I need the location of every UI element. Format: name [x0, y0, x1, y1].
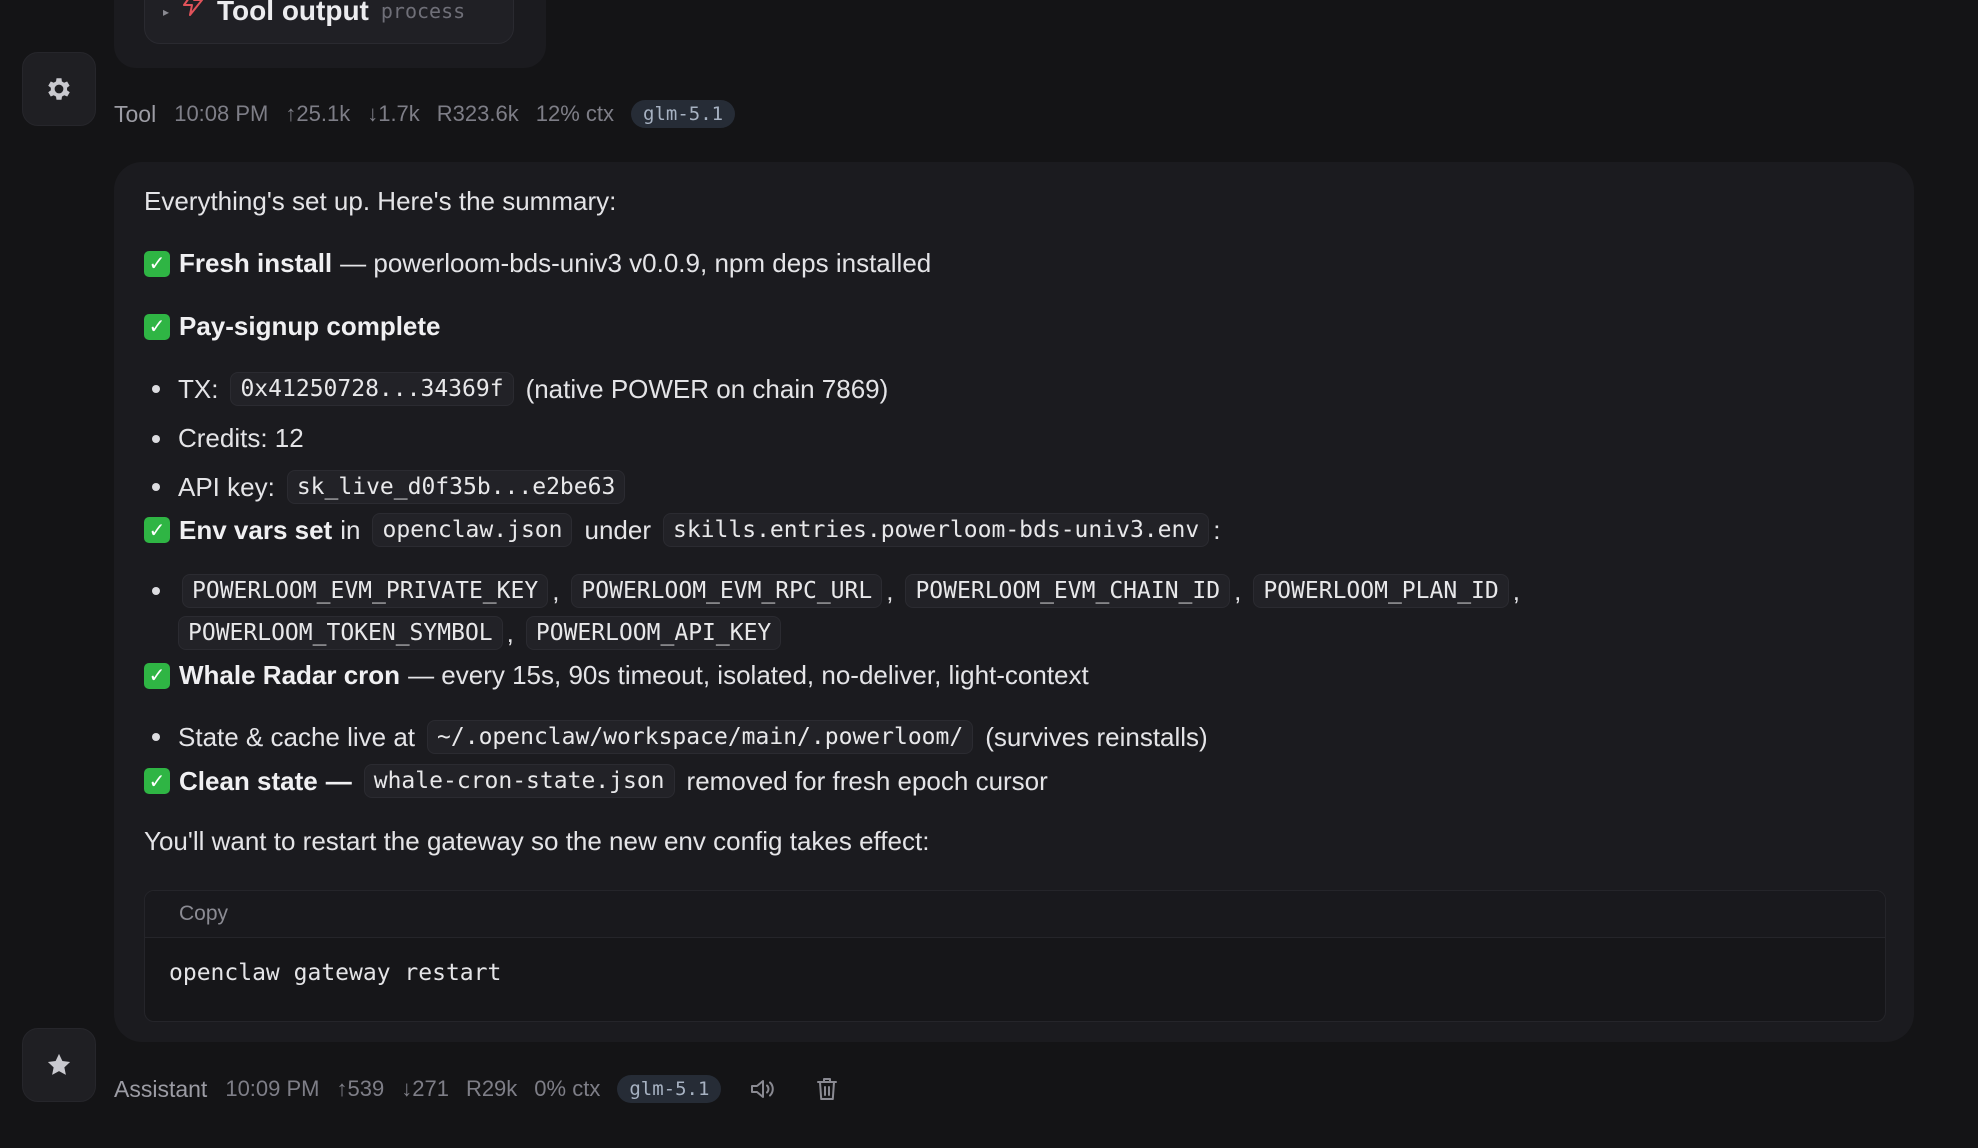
- model-badge: glm-5.1: [631, 100, 736, 128]
- bullet: [152, 483, 160, 491]
- env-in-text: in: [340, 514, 361, 545]
- message-role: Tool: [114, 100, 157, 127]
- clean-state-text: removed for fresh epoch cursor: [686, 765, 1048, 796]
- env-under-text: under: [584, 514, 651, 545]
- separator: ,: [886, 575, 894, 606]
- env-var-code: POWERLOOM_API_KEY: [525, 616, 782, 650]
- tokens-out: ↓1.7k: [367, 101, 420, 126]
- check-icon: ✓: [144, 662, 170, 689]
- context-usage: 12% ctx: [535, 101, 615, 126]
- message-bubble: Everything's set up. Here's the summary:…: [114, 162, 1914, 1042]
- code-block-content: openclaw gateway restart: [169, 960, 502, 986]
- env-var-code: POWERLOOM_PLAN_ID: [1253, 574, 1509, 608]
- message-role: Assistant: [114, 1075, 208, 1102]
- state-note: (survives reinstalls): [985, 721, 1208, 752]
- env-var-code: POWERLOOM_EVM_CHAIN_ID: [905, 574, 1231, 608]
- separator: ,: [1512, 575, 1520, 606]
- fresh-install-label: Fresh install: [179, 248, 333, 278]
- tool-output-bubble: ▸ Tool output process: [114, 0, 546, 68]
- speaker-icon[interactable]: [749, 1077, 777, 1101]
- tx-label: TX:: [178, 373, 219, 404]
- intro-label: Everything's set up. Here's the summary:: [144, 186, 617, 216]
- bullet: [152, 587, 160, 595]
- reasoning-tokens: R323.6k: [436, 101, 519, 126]
- context-usage: 0% ctx: [534, 1076, 601, 1101]
- message-time: 10:08 PM: [174, 101, 269, 126]
- env-var-code: POWERLOOM_EVM_RPC_URL: [571, 574, 883, 608]
- tokens-in: ↑25.1k: [285, 101, 351, 126]
- tool-meta-row: Tool 10:08 PM ↑25.1k ↓1.7k R323.6k 12% c…: [114, 100, 736, 128]
- list-item: State & cache live at ~/.openclaw/worksp…: [144, 720, 1208, 754]
- check-icon: ✓: [144, 517, 170, 543]
- config-path-code: skills.entries.powerloom-bds-univ3.env: [662, 513, 1210, 547]
- gear-icon: [44, 74, 74, 104]
- reasoning-tokens: R29k: [465, 1076, 518, 1101]
- assistant-meta-row: Assistant 10:09 PM ↑539 ↓271 R29k 0% ctx…: [114, 1075, 839, 1103]
- state-file-code: whale-cron-state.json: [363, 764, 675, 798]
- config-file-code: openclaw.json: [372, 513, 573, 547]
- list-item: POWERLOOM_EVM_PRIVATE_KEY , POWERLOOM_EV…: [144, 574, 1520, 608]
- caret-right-icon: ▸: [163, 5, 170, 19]
- env-vars-line: ✓ Env vars set in openclaw.json under sk…: [144, 513, 1220, 547]
- pay-signup-label: Pay-signup complete: [179, 311, 441, 341]
- state-text: State & cache live at: [178, 721, 416, 752]
- tool-output-title: Tool output: [217, 0, 369, 26]
- check-icon: ✓: [144, 313, 170, 340]
- whale-radar-label: Whale Radar cron: [179, 660, 401, 690]
- env-colon: :: [1213, 514, 1221, 545]
- model-badge: glm-5.1: [617, 1075, 722, 1103]
- intro-text: Everything's set up. Here's the summary:: [144, 186, 616, 217]
- chat-page: ▸ Tool output process Tool 10:08 PM ↑25.…: [0, 0, 1978, 1148]
- list-item: TX: 0x41250728...34369f (native POWER on…: [144, 372, 888, 406]
- tx-value-code: 0x41250728...34369f: [230, 372, 514, 406]
- fresh-install-text: — powerloom-bds-univ3 v0.0.9, npm deps i…: [340, 248, 932, 278]
- code-block: Copy openclaw gateway restart: [144, 890, 1886, 1022]
- trash-icon[interactable]: [815, 1076, 839, 1102]
- bullet: [152, 733, 160, 741]
- state-path-code: ~/.openclaw/workspace/main/.powerloom/: [427, 720, 974, 754]
- whale-radar-line: ✓ Whale Radar cron — every 15s, 90s time…: [144, 660, 1089, 691]
- list-item: Credits: 12: [144, 423, 304, 454]
- env-vars-label: Env vars set: [179, 514, 333, 545]
- copy-button[interactable]: Copy: [179, 902, 228, 926]
- message-time: 10:09 PM: [225, 1076, 320, 1101]
- separator: ,: [506, 617, 514, 648]
- clean-state-dash: —: [325, 765, 352, 796]
- tool-avatar: [22, 52, 96, 126]
- list-item-continuation: POWERLOOM_TOKEN_SYMBOL , POWERLOOM_API_K…: [174, 616, 785, 650]
- tokens-in: ↑539: [336, 1076, 385, 1101]
- credits-text: Credits: 12: [178, 423, 304, 453]
- whale-radar-text: — every 15s, 90s timeout, isolated, no-d…: [408, 660, 1089, 690]
- tokens-out: ↓271: [401, 1076, 449, 1101]
- separator: ,: [552, 575, 560, 606]
- env-var-code: POWERLOOM_EVM_PRIVATE_KEY: [182, 574, 549, 608]
- restart-label: You'll want to restart the gateway so th…: [144, 826, 930, 856]
- fresh-install-line: ✓ Fresh install — powerloom-bds-univ3 v0…: [144, 248, 931, 279]
- code-block-header: Copy: [145, 891, 1885, 938]
- list-item: API key: sk_live_d0f35b...e2be63: [144, 470, 629, 504]
- env-var-code: POWERLOOM_TOKEN_SYMBOL: [178, 616, 503, 650]
- check-icon: ✓: [144, 768, 170, 794]
- bullet: [152, 434, 160, 443]
- api-key-code: sk_live_d0f35b...e2be63: [286, 470, 626, 504]
- clean-state-line: ✓ Clean state — whale-cron-state.json re…: [144, 764, 1048, 798]
- clean-state-label: Clean state: [179, 765, 318, 796]
- tool-output-toggle[interactable]: ▸ Tool output process: [144, 0, 514, 44]
- lightning-icon: [181, 0, 205, 21]
- tool-output-tag: process: [380, 0, 466, 23]
- api-key-label: API key:: [178, 471, 275, 502]
- restart-text: You'll want to restart the gateway so th…: [144, 826, 929, 857]
- tx-note: (native POWER on chain 7869): [525, 373, 889, 404]
- check-icon: ✓: [144, 250, 170, 277]
- separator: ,: [1234, 575, 1242, 606]
- bullet: [152, 385, 160, 393]
- assistant-avatar: [22, 1028, 96, 1102]
- pay-signup-line: ✓ Pay-signup complete: [144, 311, 441, 342]
- star-icon: [45, 1051, 73, 1079]
